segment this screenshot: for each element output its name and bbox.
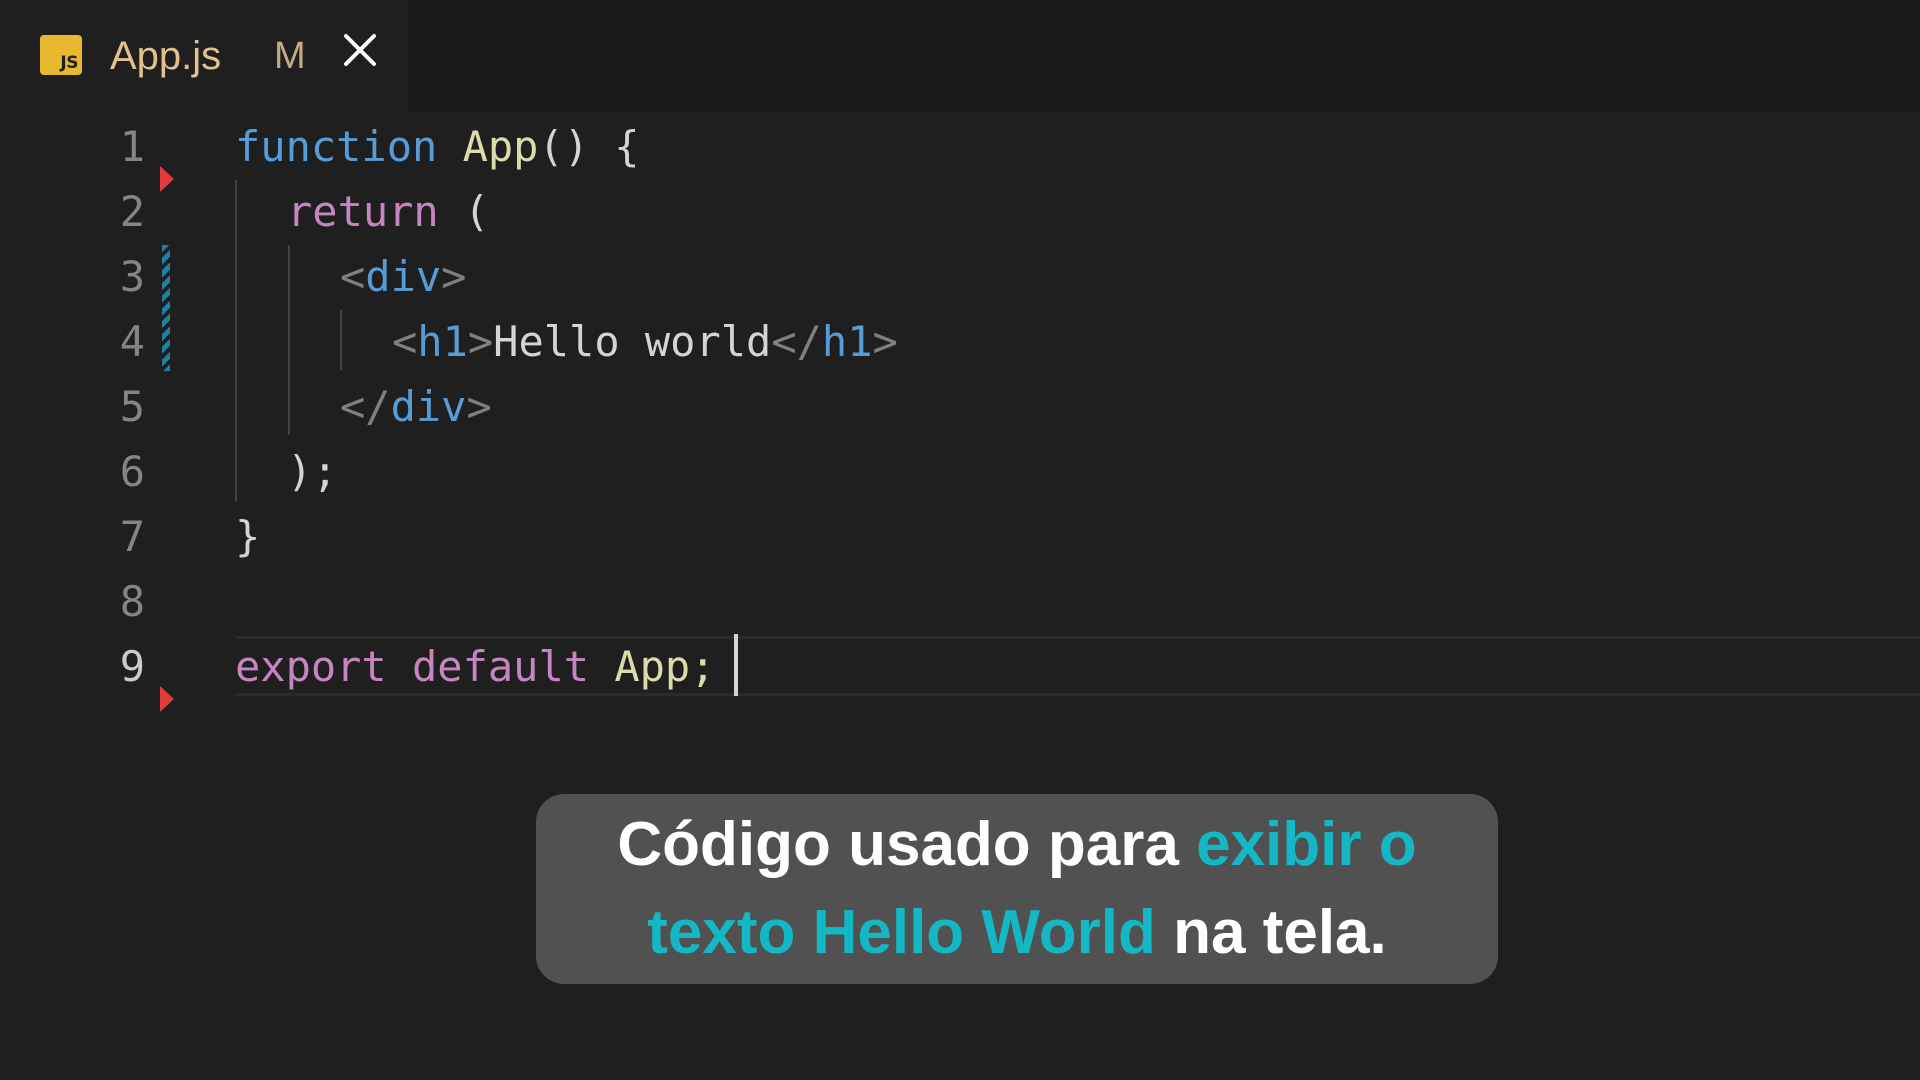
code-line-4: <h1>Hello world</h1> <box>392 309 898 374</box>
tag-bracket: </ <box>340 382 391 431</box>
line-number: 6 <box>119 447 145 496</box>
tag-bracket: > <box>872 317 898 366</box>
tag-bracket: > <box>466 382 492 431</box>
line-number: 8 <box>119 577 145 626</box>
code-line-3: <div> <box>340 244 466 309</box>
tag-bracket: </ <box>771 317 822 366</box>
tab-app-js[interactable]: JS App.js M <box>0 0 408 112</box>
caption-highlight: texto Hello World <box>647 898 1156 967</box>
tag-name: h1 <box>417 317 468 366</box>
line-number-active: 9 <box>119 642 145 691</box>
indent-guide <box>235 180 237 502</box>
export-name: App; <box>614 642 716 691</box>
tab-title[interactable]: App.js <box>110 30 221 82</box>
tag-name: div <box>365 252 442 301</box>
jsx-text: Hello world <box>493 317 772 366</box>
tag-name: div <box>390 382 467 431</box>
line-number: 2 <box>119 187 145 236</box>
code-line-6: ); <box>287 439 338 504</box>
tag-bracket: < <box>392 317 418 366</box>
caption-line-2: texto Hello World na tela. <box>536 889 1498 977</box>
punctuation: () { <box>538 122 640 171</box>
keyword-return: return <box>287 187 439 236</box>
function-name: App <box>462 122 539 171</box>
indent-guide <box>340 310 342 370</box>
modified-status-badge: M <box>274 35 306 77</box>
diff-deleted-marker[interactable] <box>160 686 174 712</box>
indent-guide <box>288 245 290 435</box>
caption-box: Código usado para exibir o texto Hello W… <box>536 794 1498 984</box>
editor-tab-bar: JS App.js M <box>0 0 1920 112</box>
tag-bracket: > <box>467 317 494 366</box>
code-line-7: } <box>235 504 260 569</box>
js-icon-label: JS <box>60 53 78 73</box>
punctuation: ); <box>287 447 338 496</box>
line-number: 5 <box>119 382 145 431</box>
line-number: 4 <box>119 317 145 366</box>
keyword-function: function <box>235 122 438 171</box>
caption-text: na tela. <box>1155 898 1387 967</box>
diff-modified-bar[interactable] <box>162 245 170 371</box>
keyword-export: export <box>235 642 387 691</box>
tag-bracket: > <box>441 252 467 301</box>
diff-deleted-marker[interactable] <box>160 166 174 192</box>
code-line-2: return ( <box>287 179 489 244</box>
tag-name: h1 <box>821 317 873 366</box>
caption-highlight: exibir o <box>1196 810 1417 879</box>
punctuation: } <box>235 512 261 561</box>
code-line-9: export default App; <box>235 634 715 699</box>
text-cursor <box>734 634 738 696</box>
line-number: 3 <box>119 252 145 301</box>
caption-text: Código usado para <box>617 810 1197 879</box>
js-file-icon: JS <box>40 35 82 75</box>
line-number: 7 <box>119 512 145 561</box>
line-number: 1 <box>119 122 145 171</box>
tag-bracket: < <box>340 252 366 301</box>
code-line-1: function App() { <box>235 114 640 179</box>
punctuation: ( <box>464 187 490 236</box>
close-icon[interactable] <box>338 28 382 72</box>
code-line-5: </div> <box>340 374 492 439</box>
keyword-default: default <box>412 642 590 691</box>
caption-line-1: Código usado para exibir o <box>536 801 1498 889</box>
